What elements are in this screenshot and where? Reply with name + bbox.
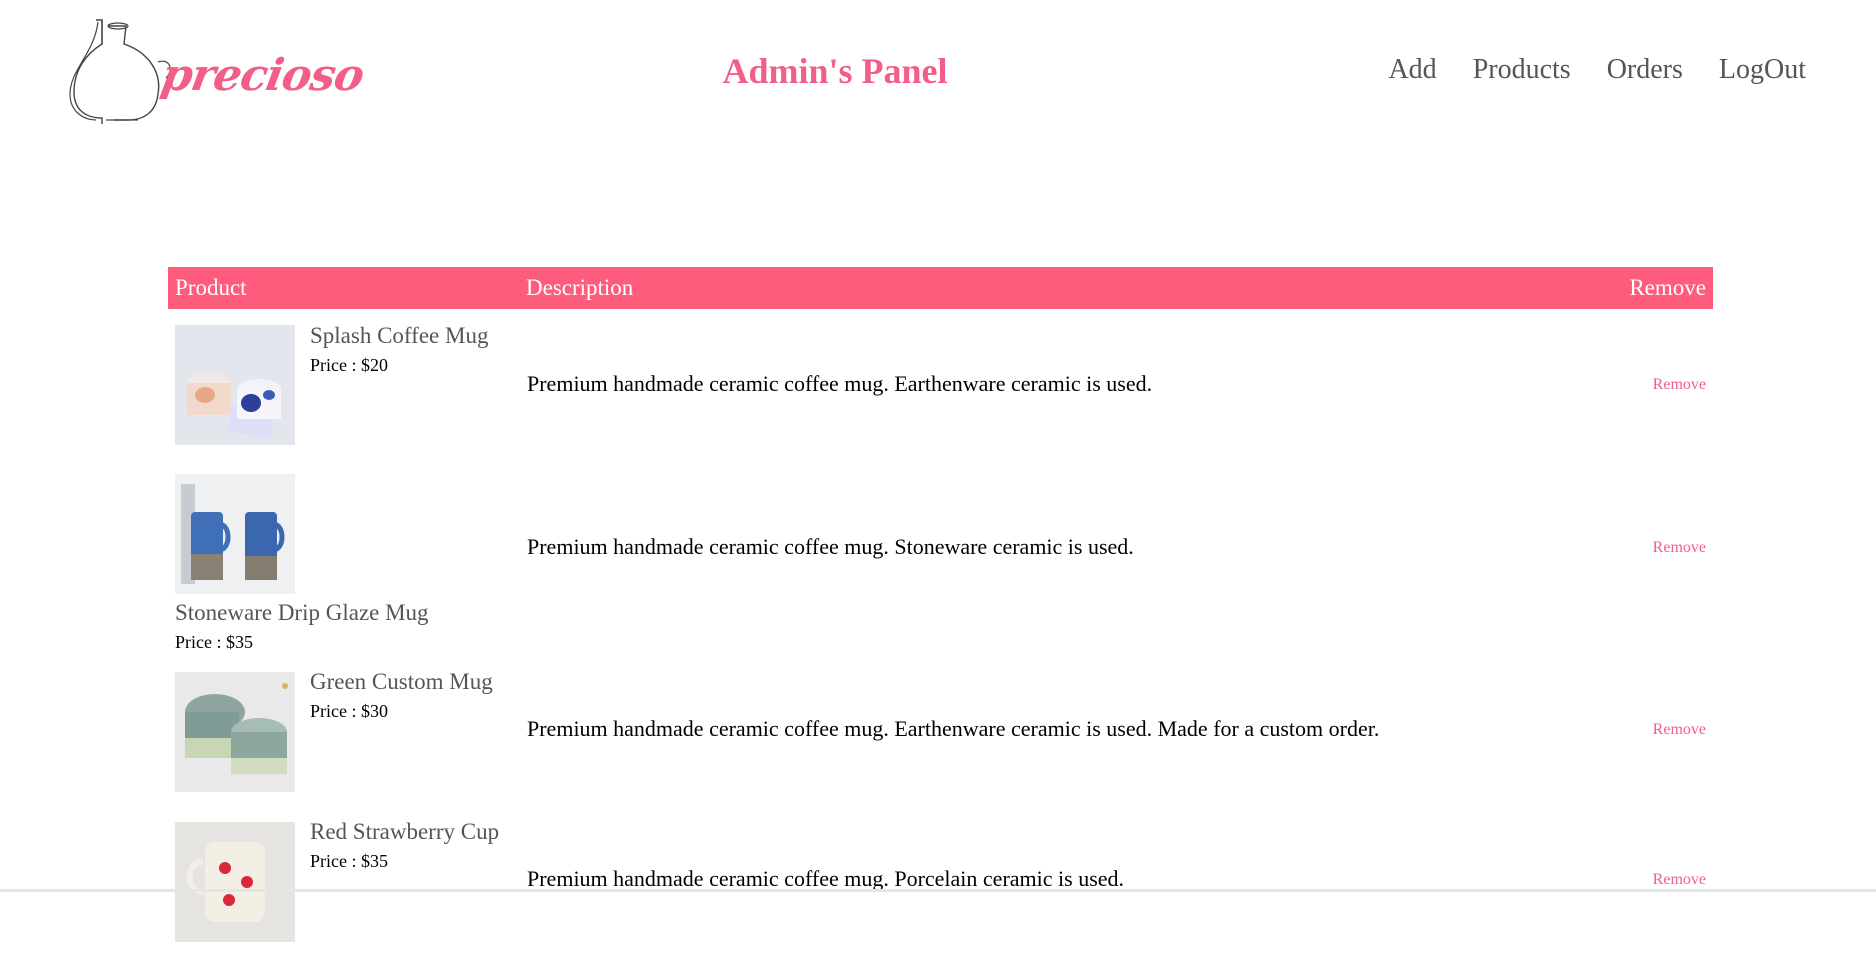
table-row: Red Strawberry Cup Price : $35 Premium h… <box>168 819 1713 969</box>
product-description: Premium handmade ceramic coffee mug. Ear… <box>527 371 1153 396</box>
product-name: Stoneware Drip Glaze Mug <box>175 600 429 625</box>
top-nav: Add Products Orders LogOut <box>1388 54 1806 86</box>
brand-logo[interactable]: precioso <box>66 14 367 124</box>
mug-photo-icon <box>175 325 295 445</box>
product-price: Price : $35 <box>175 632 253 652</box>
product-price: Price : $20 <box>310 355 388 375</box>
mug-photo-icon <box>175 474 295 594</box>
product-description: Premium handmade ceramic coffee mug. Ear… <box>527 716 1380 741</box>
table-row: Stoneware Drip Glaze Mug Price : $35 Pre… <box>168 474 1713 669</box>
mug-photo-icon <box>175 672 295 792</box>
nav-products[interactable]: Products <box>1473 54 1571 86</box>
remove-button[interactable]: Remove <box>1653 871 1706 889</box>
product-name: Green Custom Mug <box>310 669 493 694</box>
header: precioso Admin's Panel Add Products Orde… <box>0 0 1876 140</box>
nav-logout[interactable]: LogOut <box>1719 54 1806 86</box>
product-image <box>175 672 295 792</box>
page-title: Admin's Panel <box>722 51 948 91</box>
remove-button[interactable]: Remove <box>1653 721 1706 739</box>
nav-orders[interactable]: Orders <box>1607 54 1683 86</box>
product-image <box>175 325 295 445</box>
column-header-remove: Remove <box>1629 275 1706 300</box>
products-table: Product Description Remove Splash Coffee… <box>168 267 1713 969</box>
column-header-description: Description <box>526 275 634 300</box>
product-name: Red Strawberry Cup <box>310 819 500 844</box>
brand-wordmark: precioso <box>157 50 368 101</box>
table-header: Product Description Remove <box>168 267 1713 309</box>
table-row: Splash Coffee Mug Price : $20 Premium ha… <box>168 309 1713 474</box>
nav-add[interactable]: Add <box>1388 54 1436 86</box>
remove-button[interactable]: Remove <box>1653 539 1706 557</box>
product-image <box>175 822 295 942</box>
remove-button[interactable]: Remove <box>1653 376 1706 394</box>
table-row: Green Custom Mug Price : $30 Premium han… <box>168 669 1713 819</box>
column-header-product: Product <box>175 275 247 300</box>
mug-photo-icon <box>175 822 295 942</box>
product-description: Premium handmade ceramic coffee mug. Sto… <box>527 534 1134 559</box>
product-price: Price : $30 <box>310 701 388 721</box>
product-price: Price : $35 <box>310 851 388 871</box>
product-image <box>175 474 295 594</box>
product-name: Splash Coffee Mug <box>310 323 489 348</box>
